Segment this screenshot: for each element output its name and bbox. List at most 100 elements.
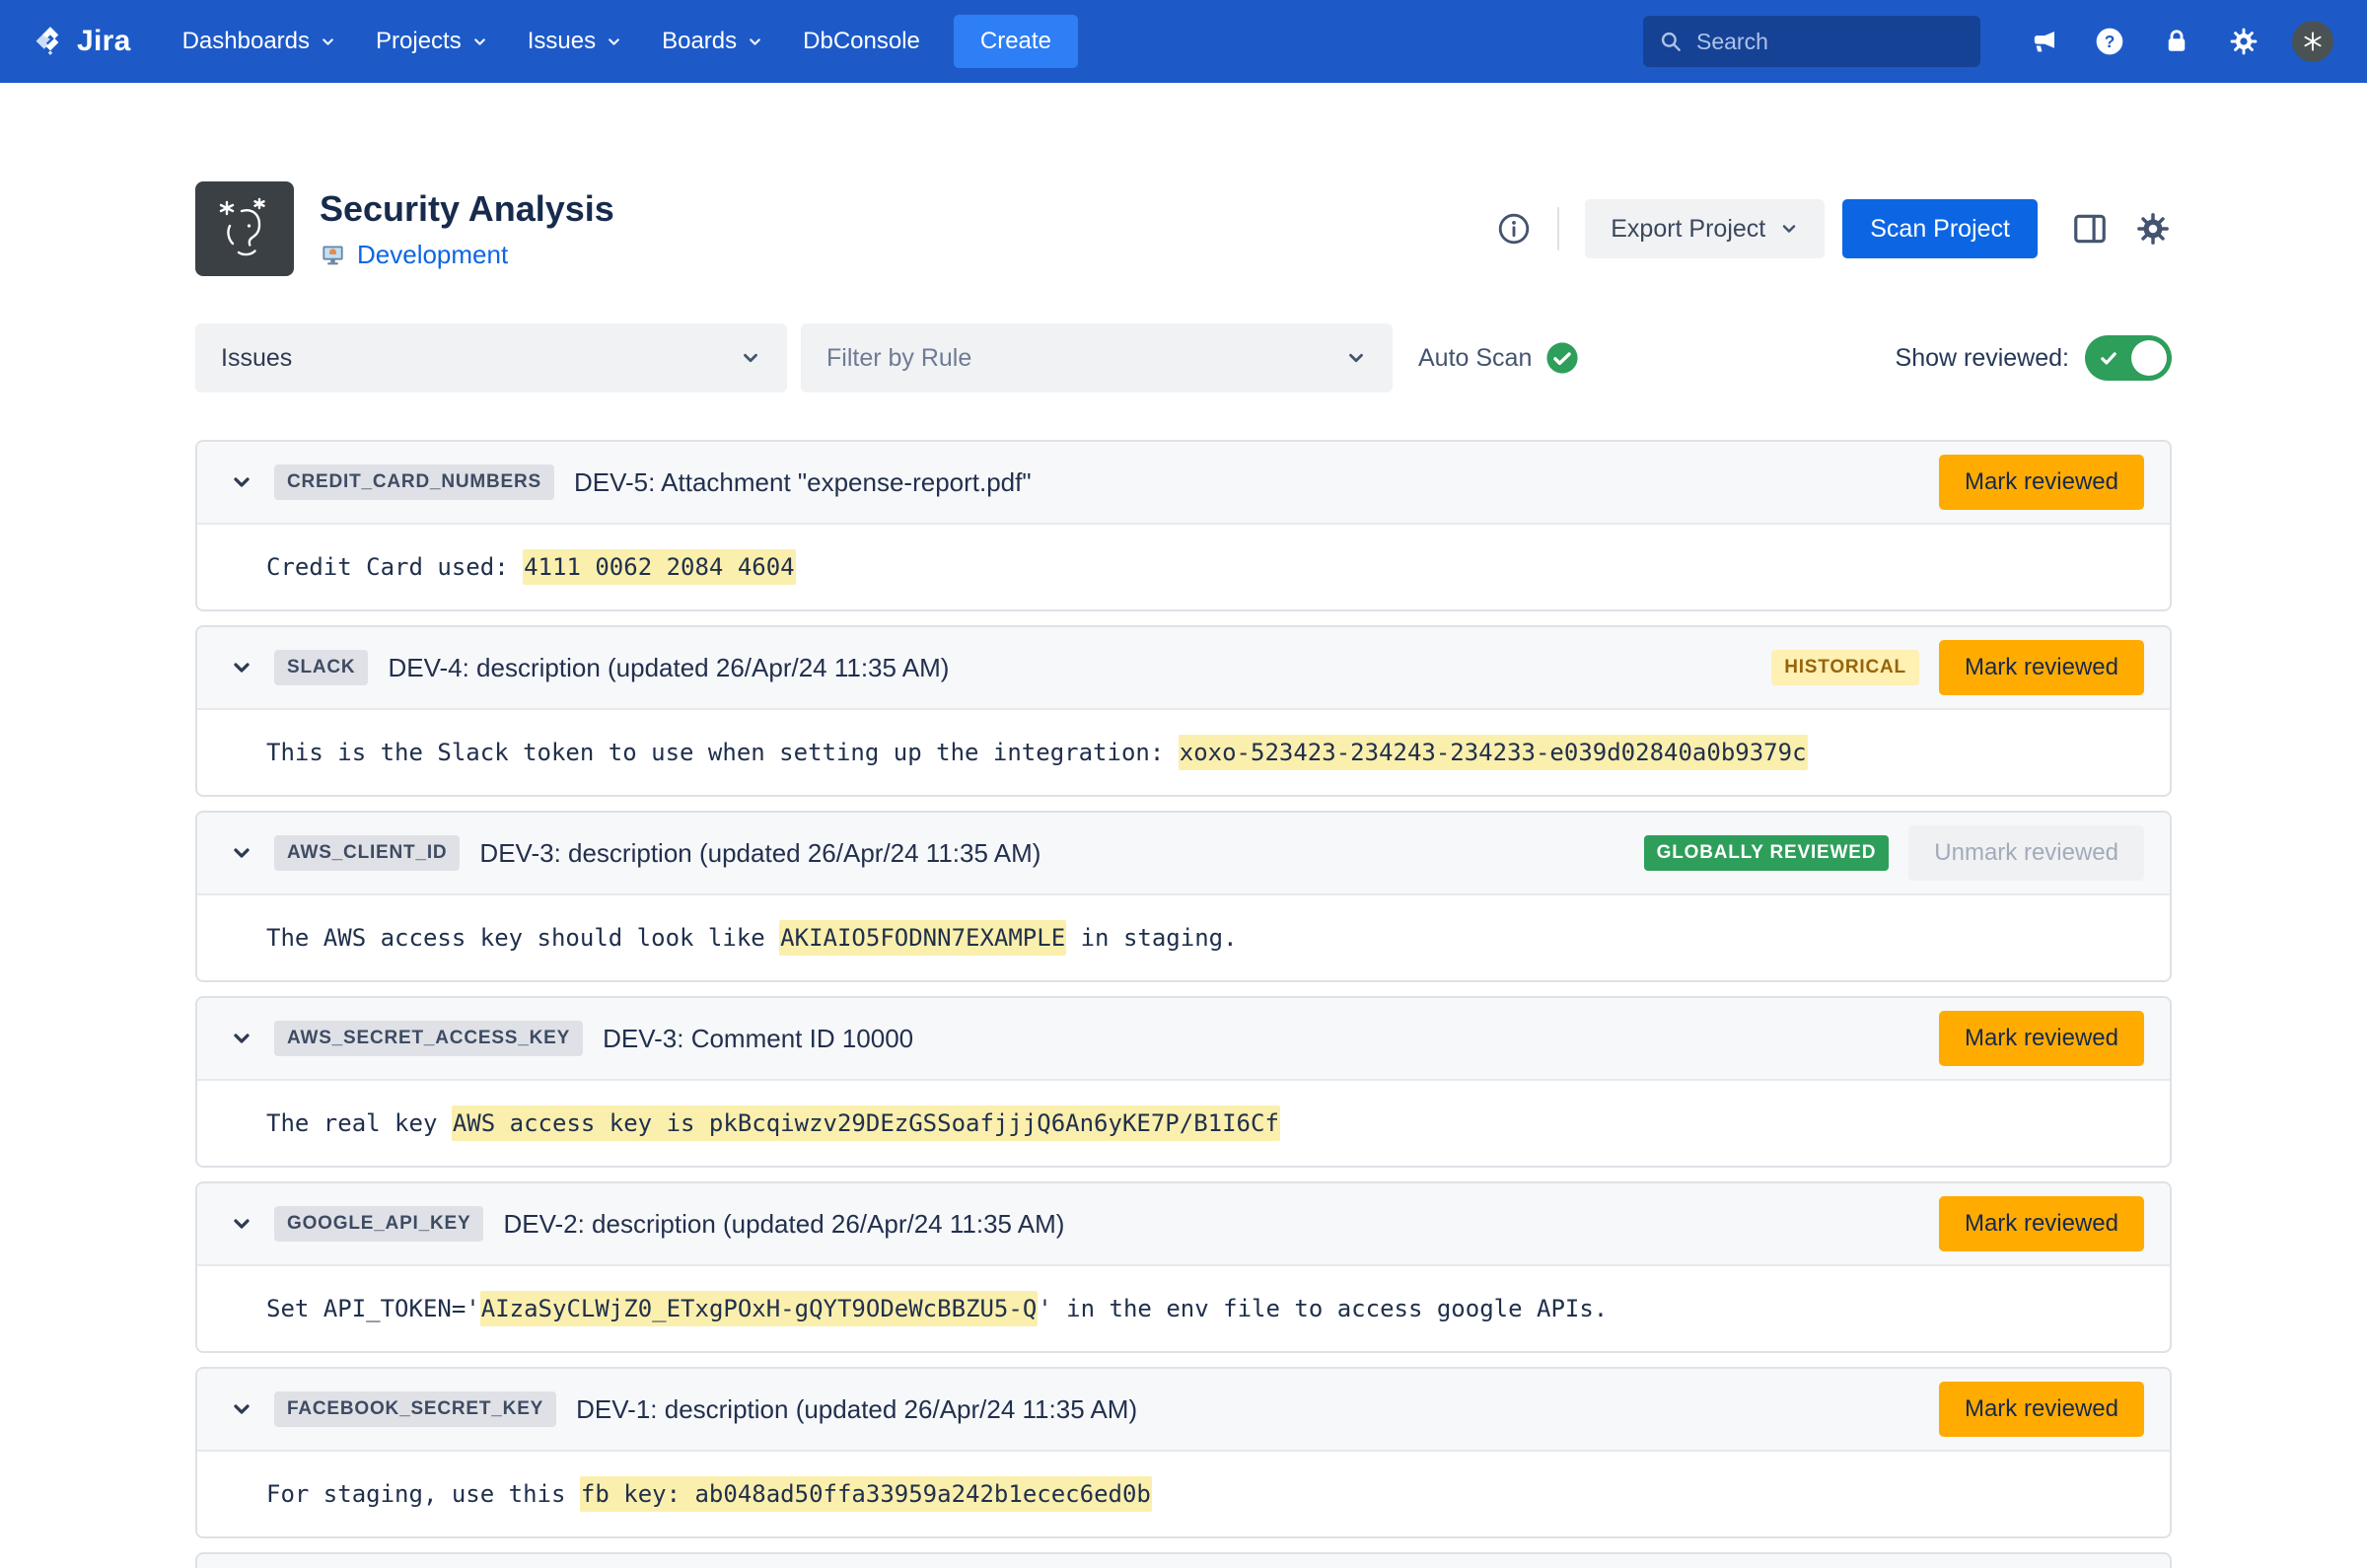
chevron-down-icon bbox=[740, 347, 761, 369]
toggle-knob bbox=[2131, 340, 2167, 376]
nav-menu-item[interactable]: Projects bbox=[356, 16, 508, 67]
body-text: For staging, use this bbox=[266, 1480, 580, 1508]
rule-badge: SLACK bbox=[274, 650, 368, 685]
gear-icon bbox=[2228, 26, 2259, 57]
info-icon bbox=[1496, 211, 1532, 247]
check-icon bbox=[2098, 347, 2119, 369]
side-panel-toggle-button[interactable] bbox=[2071, 210, 2109, 248]
finding-title: DEV-1: description (updated 26/Apr/24 11… bbox=[576, 1394, 1137, 1425]
collapse-button[interactable] bbox=[225, 1022, 258, 1055]
show-reviewed-toggle[interactable] bbox=[2085, 335, 2172, 381]
project-link[interactable]: Development bbox=[357, 240, 508, 270]
review-action-button[interactable]: Unmark reviewed bbox=[1908, 825, 2144, 881]
review-action-button[interactable]: Mark reviewed bbox=[1939, 455, 2144, 510]
chevron-down-icon bbox=[320, 34, 336, 50]
body-text: Credit Card used: bbox=[266, 553, 523, 581]
brand-name: Jira bbox=[77, 25, 131, 58]
secret-highlight: 4111 0062 2084 4604 bbox=[523, 549, 796, 585]
issues-select-value: Issues bbox=[221, 344, 292, 373]
finding-header: CREDIT_CARD_NUMBERS DEV-5: Attachment "e… bbox=[197, 442, 2170, 525]
nav-menu: Dashboards Projects Issues Boards DbCons… bbox=[163, 16, 940, 67]
check-circle-icon bbox=[1545, 341, 1579, 375]
nav-menu-item[interactable]: Issues bbox=[508, 16, 642, 67]
page-settings-button[interactable] bbox=[2134, 210, 2172, 248]
finding-card: AWS_CLIENT_ID DEV-3: description (update… bbox=[195, 811, 2172, 982]
export-project-label: Export Project bbox=[1611, 215, 1765, 244]
header-actions: Export Project Scan Project bbox=[1496, 199, 2172, 258]
nav-menu-item[interactable]: DbConsole bbox=[783, 16, 940, 67]
finding-card: FACEBOOK_SECRET_KEY DEV-1: description (… bbox=[195, 1367, 2172, 1538]
rule-badge: CREDIT_CARD_NUMBERS bbox=[274, 464, 554, 500]
finding-title: DEV-4: description (updated 26/Apr/24 11… bbox=[388, 653, 949, 683]
auto-scan-status: Auto Scan bbox=[1418, 341, 1579, 375]
collapse-button[interactable] bbox=[225, 465, 258, 499]
finding-body: The AWS access key should look like AKIA… bbox=[197, 895, 2170, 980]
show-reviewed-control: Show reviewed: bbox=[1896, 335, 2172, 381]
chevron-down-icon bbox=[230, 656, 253, 679]
review-action-button[interactable]: Mark reviewed bbox=[1939, 1011, 2144, 1066]
info-button[interactable] bbox=[1496, 211, 1532, 247]
chevron-down-icon bbox=[606, 34, 622, 50]
finding-card: AWS_SECRET_ACCESS_KEY DEV-3: Comment ID … bbox=[195, 996, 2172, 1168]
nav-menu-item[interactable]: Boards bbox=[642, 16, 783, 67]
chevron-down-icon bbox=[1779, 219, 1799, 239]
rule-filter-select[interactable]: Filter by Rule bbox=[801, 323, 1393, 392]
security-button[interactable] bbox=[2158, 23, 2195, 60]
nav-menu-item[interactable]: Dashboards bbox=[163, 16, 356, 67]
secret-highlight: AKIAIO5FODNN7EXAMPLE bbox=[779, 920, 1066, 956]
rule-badge: GOOGLE_API_KEY bbox=[274, 1206, 483, 1242]
chevron-down-icon bbox=[230, 1212, 253, 1236]
project-avatar-art-icon bbox=[208, 193, 281, 264]
scan-project-button[interactable]: Scan Project bbox=[1842, 199, 2038, 258]
finding-body: Credit Card used: 4111 0062 2084 4604 bbox=[197, 525, 2170, 609]
finding-card: SLACK DEV-4: description (updated 26/Apr… bbox=[195, 625, 2172, 797]
project-header: Security Analysis Development bbox=[195, 181, 2172, 276]
jira-logo[interactable]: Jira bbox=[34, 25, 131, 58]
vertical-divider bbox=[1557, 207, 1559, 250]
search-icon bbox=[1658, 29, 1684, 54]
finding-title: DEV-3: description (updated 26/Apr/24 11… bbox=[479, 838, 1040, 869]
rule-filter-placeholder: Filter by Rule bbox=[826, 344, 971, 373]
finding-card: CREDIT_CARD_NUMBERS DEV-5: Attachment "e… bbox=[195, 440, 2172, 611]
finding-header: FACEBOOK_SECRET_KEY DEV-1: description (… bbox=[197, 1369, 2170, 1452]
search-box[interactable] bbox=[1643, 16, 1980, 67]
finding-title: DEV-2: description (updated 26/Apr/24 11… bbox=[503, 1209, 1064, 1240]
rule-badge: AWS_SECRET_ACCESS_KEY bbox=[274, 1021, 583, 1056]
issues-select[interactable]: Issues bbox=[195, 323, 787, 392]
rule-badge: FACEBOOK_SECRET_KEY bbox=[274, 1391, 556, 1427]
finding-body: This is the Slack token to use when sett… bbox=[197, 710, 2170, 795]
review-action-button[interactable]: Mark reviewed bbox=[1939, 1196, 2144, 1251]
finding-header: GOOGLE_API_KEY DEV-2: description (updat… bbox=[197, 1183, 2170, 1266]
body-text: Set API_TOKEN=' bbox=[266, 1295, 480, 1322]
collapse-button[interactable] bbox=[225, 1392, 258, 1426]
announcements-button[interactable] bbox=[2024, 23, 2061, 60]
auto-scan-label: Auto Scan bbox=[1418, 344, 1532, 373]
finding-header: SLACK DEV-4: description (updated 26/Apr… bbox=[197, 627, 2170, 710]
settings-button[interactable] bbox=[2225, 23, 2262, 60]
collapse-button[interactable] bbox=[225, 651, 258, 684]
body-text: The real key bbox=[266, 1109, 452, 1137]
chevron-down-icon bbox=[1345, 347, 1367, 369]
finding-header: AWS_CLIENT_ID DEV-3: description (update… bbox=[197, 813, 2170, 895]
user-avatar[interactable] bbox=[2292, 21, 2333, 62]
collapse-button[interactable] bbox=[225, 836, 258, 870]
body-text: in staging. bbox=[1066, 924, 1237, 952]
rule-badge: AWS_CLIENT_ID bbox=[274, 835, 460, 871]
review-action-button[interactable]: Mark reviewed bbox=[1939, 1382, 2144, 1437]
chevron-down-icon bbox=[230, 1397, 253, 1421]
chevron-down-icon bbox=[747, 34, 763, 50]
review-action-button[interactable]: Mark reviewed bbox=[1939, 640, 2144, 695]
help-button[interactable]: ? bbox=[2091, 23, 2128, 60]
secret-highlight: AWS access key is pkBcqiwzv29DEzGSSoafjj… bbox=[452, 1105, 1280, 1141]
create-button[interactable]: Create bbox=[954, 15, 1078, 68]
nav-item-label: DbConsole bbox=[803, 28, 920, 55]
monitor-icon bbox=[320, 242, 346, 268]
collapse-button[interactable] bbox=[225, 1207, 258, 1241]
finding-title: DEV-3: Comment ID 10000 bbox=[603, 1024, 913, 1054]
secret-highlight: fb key: ab048ad50ffa33959a242b1ecec6ed0b bbox=[580, 1476, 1152, 1512]
finding-card: GOOGLE_API_KEY DEV-2: description (updat… bbox=[195, 1181, 2172, 1353]
page-title: Security Analysis bbox=[320, 188, 614, 230]
filter-row: Issues Filter by Rule Auto Scan Show rev… bbox=[195, 323, 2172, 392]
export-project-button[interactable]: Export Project bbox=[1585, 199, 1825, 258]
search-input[interactable] bbox=[1696, 29, 1966, 55]
